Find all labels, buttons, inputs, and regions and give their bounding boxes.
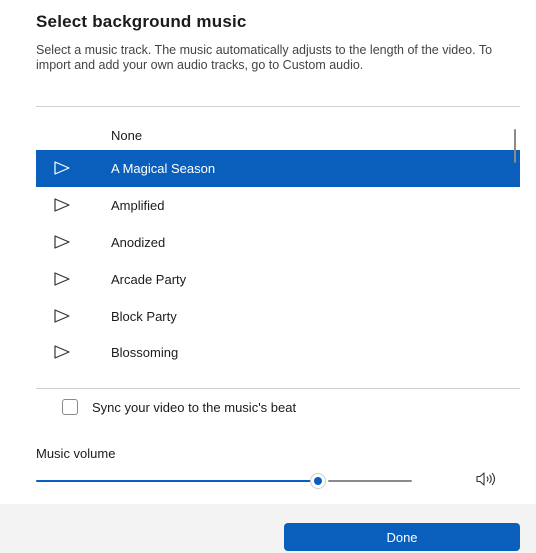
track-label: Blossoming bbox=[111, 345, 179, 360]
music-volume-slider[interactable] bbox=[36, 473, 412, 489]
track-label: Arcade Party bbox=[111, 272, 187, 287]
track-label: Amplified bbox=[111, 198, 165, 213]
dialog-description: Select a music track. The music automati… bbox=[36, 43, 493, 72]
sync-beat-label[interactable]: Sync your video to the music's beat bbox=[92, 400, 296, 415]
track-item-a-magical-season[interactable]: A Magical Season bbox=[36, 150, 520, 187]
background-music-dialog: Select background music Select a music t… bbox=[0, 0, 536, 553]
volume-slider-rest bbox=[328, 480, 412, 482]
dialog-title: Select background music bbox=[36, 12, 247, 31]
track-item-anodized[interactable]: Anodized bbox=[36, 224, 520, 261]
music-volume-label: Music volume bbox=[36, 446, 116, 461]
track-label: Anodized bbox=[111, 235, 166, 250]
volume-slider-fill bbox=[36, 480, 318, 482]
play-icon[interactable] bbox=[53, 235, 71, 249]
track-item-block-party[interactable]: Block Party bbox=[36, 298, 520, 335]
track-item-none[interactable]: None bbox=[36, 117, 520, 154]
track-label: None bbox=[111, 128, 143, 143]
track-list-scrollbar[interactable] bbox=[514, 129, 516, 163]
play-icon[interactable] bbox=[53, 309, 71, 323]
play-icon[interactable] bbox=[53, 272, 71, 286]
speaker-icon[interactable] bbox=[475, 471, 497, 487]
done-button[interactable]: Done bbox=[284, 523, 520, 551]
track-label: Block Party bbox=[111, 309, 177, 324]
play-icon[interactable] bbox=[53, 345, 71, 359]
sync-beat-checkbox[interactable] bbox=[62, 399, 78, 415]
list-bottom-divider bbox=[36, 388, 520, 389]
track-item-blossoming[interactable]: Blossoming bbox=[36, 334, 520, 371]
top-divider bbox=[36, 106, 520, 107]
play-icon[interactable] bbox=[53, 161, 71, 175]
track-list[interactable]: None A Magical Season Amplified Anodized bbox=[36, 117, 520, 374]
track-item-amplified[interactable]: Amplified bbox=[36, 187, 520, 224]
play-icon[interactable] bbox=[53, 198, 71, 212]
track-label: A Magical Season bbox=[111, 161, 216, 176]
track-item-arcade-party[interactable]: Arcade Party bbox=[36, 261, 520, 298]
volume-slider-thumb[interactable] bbox=[310, 473, 326, 489]
